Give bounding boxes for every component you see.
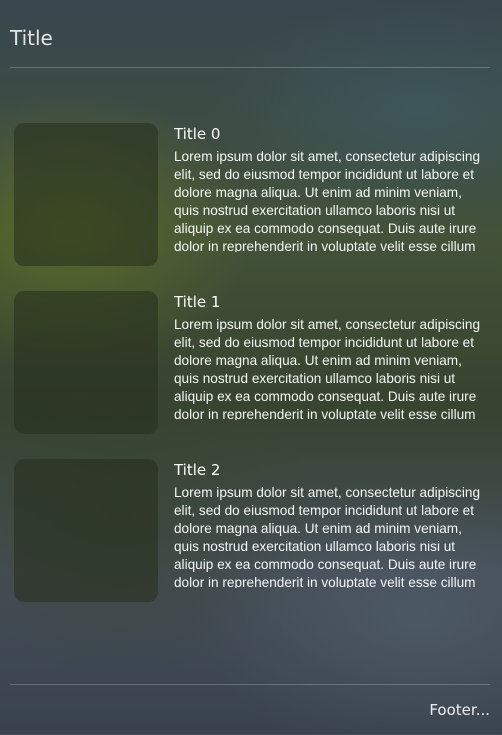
card-description: Lorem ipsum dolor sit amet, consectetur …	[174, 485, 480, 588]
list-item[interactable]: Title 1 Lorem ipsum dolor sit amet, cons…	[14, 291, 488, 437]
thumbnail-image	[14, 291, 158, 434]
page-footer: Footer...	[10, 684, 490, 735]
card-title: Title 0	[174, 125, 221, 143]
thumbnail-image	[14, 459, 158, 602]
page-header: Title	[10, 0, 490, 68]
footer-text: Footer...	[429, 701, 490, 719]
list-item[interactable]: Title 0 Lorem ipsum dolor sit amet, cons…	[14, 123, 488, 269]
card-title: Title 1	[174, 293, 221, 311]
card-description: Lorem ipsum dolor sit amet, consectetur …	[174, 317, 480, 420]
page-title: Title	[10, 26, 53, 50]
card-description: Lorem ipsum dolor sit amet, consectetur …	[174, 149, 480, 252]
list-item[interactable]: Title 2 Lorem ipsum dolor sit amet, cons…	[14, 459, 488, 605]
card-title: Title 2	[174, 461, 221, 479]
thumbnail-image	[14, 123, 158, 266]
